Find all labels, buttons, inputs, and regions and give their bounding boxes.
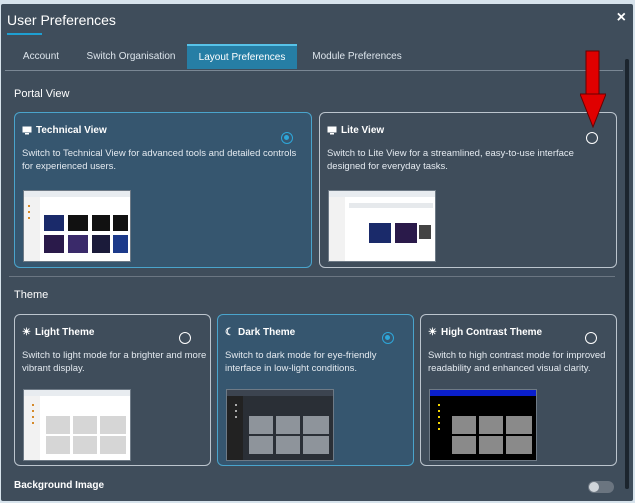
tab-switch-organisation[interactable]: Switch Organisation bbox=[83, 44, 179, 69]
card-title: ☾ Dark Theme bbox=[225, 327, 295, 338]
light-theme-description: Switch to light mode for a brighter and … bbox=[22, 350, 207, 374]
theme-heading: Theme bbox=[14, 289, 49, 301]
dark-theme-preview bbox=[226, 389, 334, 461]
background-image-label: Background Image bbox=[14, 480, 105, 491]
dialog-title: User Preferences bbox=[7, 12, 116, 28]
light-theme-card[interactable]: ☀ Light Theme Switch to light mode for a… bbox=[14, 314, 211, 466]
technical-view-description: Switch to Technical View for advanced to… bbox=[22, 148, 297, 172]
red-arrow-annotation bbox=[580, 50, 606, 128]
lite-view-preview bbox=[328, 190, 436, 262]
dark-theme-radio[interactable] bbox=[382, 332, 394, 344]
dark-theme-title: Dark Theme bbox=[237, 327, 296, 338]
monitor-icon bbox=[22, 126, 32, 135]
dark-theme-card[interactable]: ☾ Dark Theme Switch to dark mode for eye… bbox=[217, 314, 414, 466]
high-contrast-theme-title: High Contrast Theme bbox=[440, 327, 543, 338]
technical-view-card[interactable]: Technical View Switch to Technical View … bbox=[14, 112, 312, 268]
dark-theme-description: Switch to dark mode for eye-friendly int… bbox=[225, 350, 377, 374]
card-title: ☀ High Contrast Theme bbox=[428, 327, 542, 338]
high-contrast-theme-preview bbox=[429, 389, 537, 461]
close-icon[interactable]: × bbox=[617, 9, 626, 27]
title-underline bbox=[7, 33, 42, 35]
moon-icon: ☾ bbox=[225, 327, 234, 338]
technical-view-title: Technical View bbox=[36, 125, 107, 136]
section-divider bbox=[9, 276, 615, 277]
high-contrast-theme-radio[interactable] bbox=[585, 332, 597, 344]
technical-view-radio[interactable] bbox=[281, 132, 293, 144]
scrollbar-thumb[interactable] bbox=[625, 59, 629, 489]
high-contrast-theme-description: Switch to high contrast mode for improve… bbox=[428, 350, 606, 374]
lite-view-title: Lite View bbox=[341, 125, 385, 136]
tab-account[interactable]: Account bbox=[13, 44, 69, 69]
card-title: Lite View bbox=[327, 125, 384, 136]
dialog-titlebar: User Preferences × bbox=[1, 4, 633, 42]
portal-view-heading: Portal View bbox=[14, 88, 70, 100]
sun-icon: ☀ bbox=[22, 327, 31, 338]
lite-view-radio[interactable] bbox=[586, 132, 598, 144]
high-contrast-theme-card[interactable]: ☀ High Contrast Theme Switch to high con… bbox=[420, 314, 617, 466]
card-title: Technical View bbox=[22, 125, 107, 136]
tab-bar: Account Switch Organisation Layout Prefe… bbox=[5, 44, 623, 71]
light-theme-preview bbox=[23, 389, 131, 461]
monitor-icon bbox=[327, 126, 337, 135]
background-image-toggle[interactable] bbox=[588, 481, 614, 493]
lite-view-description: Switch to Lite View for a streamlined, e… bbox=[327, 148, 574, 172]
card-title: ☀ Light Theme bbox=[22, 327, 94, 338]
user-preferences-dialog: User Preferences × Account Switch Organi… bbox=[1, 4, 633, 501]
technical-view-preview bbox=[23, 190, 131, 262]
light-theme-radio[interactable] bbox=[179, 332, 191, 344]
sun-icon: ☀ bbox=[428, 327, 437, 338]
tab-module-preferences[interactable]: Module Preferences bbox=[305, 44, 409, 69]
light-theme-title: Light Theme bbox=[34, 327, 95, 338]
scrollbar[interactable] bbox=[625, 59, 629, 489]
tab-layout-preferences[interactable]: Layout Preferences bbox=[187, 44, 297, 69]
lite-view-card[interactable]: Lite View Switch to Lite View for a stre… bbox=[319, 112, 617, 268]
